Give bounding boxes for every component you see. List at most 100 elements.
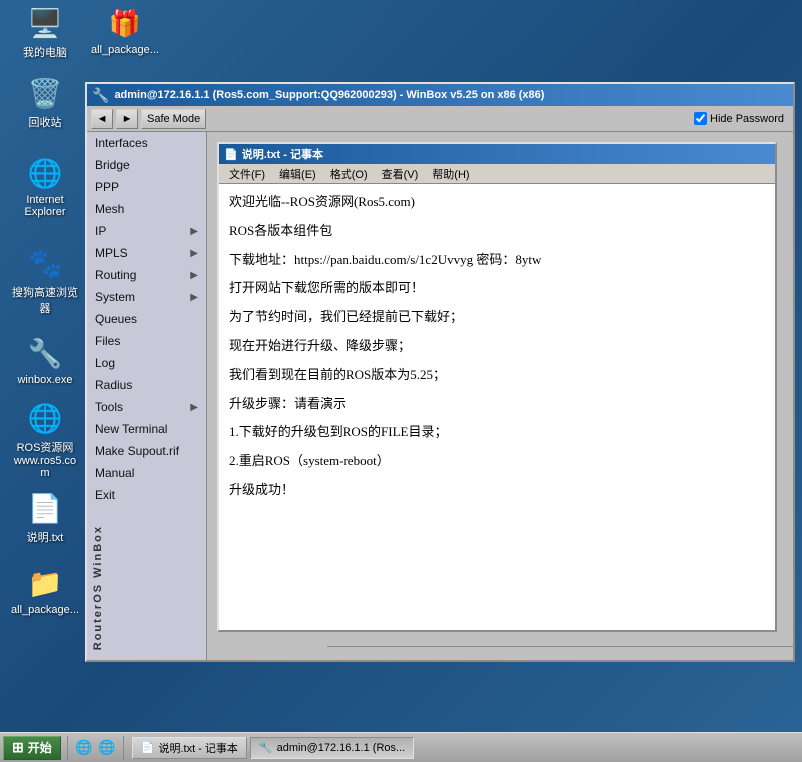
sidebar-item-log[interactable]: Log bbox=[87, 352, 206, 374]
safe-mode-button[interactable]: Safe Mode bbox=[141, 109, 206, 129]
taskbar-winbox-icon: 🔧 bbox=[259, 741, 273, 754]
ie-label: Internet Explorer bbox=[10, 194, 80, 218]
notepad-line11: 升级成功！ bbox=[229, 480, 765, 501]
winbox-label: winbox.exe bbox=[17, 374, 72, 386]
sidebar-files-label: Files bbox=[95, 334, 120, 348]
sidebar-item-system[interactable]: System ▶ bbox=[87, 286, 206, 308]
notepad-menubar: 文件(F) 编辑(E) 格式(O) 查看(V) 帮助(H) bbox=[219, 164, 775, 184]
taskbar-quick-launch: 🌐 🌐 bbox=[74, 738, 117, 758]
sidebar-item-routing[interactable]: Routing ▶ bbox=[87, 264, 206, 286]
computer-icon: 🖥️ bbox=[27, 5, 63, 41]
sidebar-item-ppp[interactable]: PPP bbox=[87, 176, 206, 198]
sidebar-make-supout-label: Make Supout.rif bbox=[95, 444, 179, 458]
notepad-menu-format[interactable]: 格式(O) bbox=[324, 164, 374, 184]
forward-button[interactable]: ► bbox=[116, 109, 138, 129]
hide-password-input[interactable] bbox=[694, 112, 707, 125]
txt-icon: 📄 bbox=[27, 490, 63, 526]
hide-password-checkbox[interactable]: Hide Password bbox=[694, 112, 784, 125]
sidebar-item-mpls[interactable]: MPLS ▶ bbox=[87, 242, 206, 264]
sougou-label: 搜狗高速浏览器 bbox=[10, 284, 80, 316]
taskbar-divider-2 bbox=[123, 736, 124, 760]
sidebar-item-ip[interactable]: IP ▶ bbox=[87, 220, 206, 242]
notepad-line8: 升级步骤：请看演示 bbox=[229, 394, 765, 415]
sidebar-item-new-terminal[interactable]: New Terminal bbox=[87, 418, 206, 440]
back-button[interactable]: ◄ bbox=[91, 109, 113, 129]
desktop-icon-winbox[interactable]: 🔧 winbox.exe bbox=[10, 335, 80, 386]
desktop-icon-shuoming[interactable]: 📄 说明.txt bbox=[10, 490, 80, 545]
sidebar-manual-label: Manual bbox=[95, 466, 134, 480]
sidebar-bridge-label: Bridge bbox=[95, 158, 130, 172]
ros-net-icon: 🌐 bbox=[27, 400, 63, 436]
winbox-window: 🔧 admin@172.16.1.1 (Ros5.com_Support:QQ9… bbox=[85, 82, 795, 662]
notepad-line3: 下载地址：https://pan.baidu.com/s/1c2Uvvyg 密码… bbox=[229, 250, 765, 271]
sidebar-interfaces-label: Interfaces bbox=[95, 136, 148, 150]
sidebar-new-terminal-label: New Terminal bbox=[95, 422, 167, 436]
notepad-line2: ROS各版本组件包 bbox=[229, 221, 765, 242]
winbox-title-icon: 🔧 bbox=[92, 87, 109, 104]
sidebar-system-label: System bbox=[95, 290, 135, 304]
taskbar-notepad-label: 说明.txt - 记事本 bbox=[158, 740, 237, 756]
taskbar-divider-1 bbox=[67, 736, 68, 760]
notepad-window: 📄 说明.txt - 记事本 文件(F) 编辑(E) 格式(O) 查看(V) 帮… bbox=[217, 142, 777, 632]
taskbar-notepad-button[interactable]: 📄 说明.txt - 记事本 bbox=[132, 737, 247, 759]
notepad-menu-edit[interactable]: 编辑(E) bbox=[273, 164, 322, 184]
sidebar-item-interfaces[interactable]: Interfaces bbox=[87, 132, 206, 154]
shuoming-label: 说明.txt bbox=[27, 529, 64, 545]
chevron-right-icon-routing: ▶ bbox=[190, 270, 198, 281]
start-label: 开始 bbox=[28, 739, 52, 756]
winbox-scrollbar[interactable] bbox=[327, 646, 793, 660]
sidebar-item-queues[interactable]: Queues bbox=[87, 308, 206, 330]
taskbar-winbox-button[interactable]: 🔧 admin@172.16.1.1 (Ros... bbox=[250, 737, 414, 759]
sidebar-item-tools[interactable]: Tools ▶ bbox=[87, 396, 206, 418]
all-packages-label: all_package... bbox=[91, 44, 159, 56]
desktop-icon-recycle-bin[interactable]: 🗑️ 回收站 bbox=[10, 75, 80, 130]
ie-icon: 🌐 bbox=[27, 155, 63, 191]
start-button[interactable]: ⊞ 开始 bbox=[3, 736, 61, 760]
winbox-icon: 🔧 bbox=[27, 335, 63, 371]
sidebar-tools-label: Tools bbox=[95, 400, 123, 414]
windows-logo-icon: ⊞ bbox=[12, 739, 24, 756]
sidebar-item-manual[interactable]: Manual bbox=[87, 462, 206, 484]
sidebar-routing-label: Routing bbox=[95, 268, 136, 282]
notepad-menu-view[interactable]: 查看(V) bbox=[376, 164, 425, 184]
chevron-right-icon: ▶ bbox=[190, 226, 198, 237]
sidebar-log-label: Log bbox=[95, 356, 115, 370]
sidebar-radius-label: Radius bbox=[95, 378, 132, 392]
sidebar-item-bridge[interactable]: Bridge bbox=[87, 154, 206, 176]
taskbar-winbox-label: admin@172.16.1.1 (Ros... bbox=[277, 742, 406, 754]
desktop-icon-ros-net[interactable]: 🌐 ROS资源网 www.ros5.com bbox=[10, 400, 80, 479]
hide-password-label: Hide Password bbox=[710, 113, 784, 125]
desktop-icon-all-packages[interactable]: 🎁 all_package... bbox=[90, 5, 160, 56]
winbox-body: Interfaces Bridge PPP Mesh IP ▶ MPLS ▶ R… bbox=[87, 132, 793, 660]
notepad-content: 欢迎光临--ROS资源网(Ros5.com) ROS各版本组件包 下载地址：ht… bbox=[219, 184, 775, 630]
quick-ie2-icon[interactable]: 🌐 bbox=[97, 738, 117, 758]
desktop-icon-ie[interactable]: 🌐 Internet Explorer bbox=[10, 155, 80, 218]
sidebar-item-exit[interactable]: Exit bbox=[87, 484, 206, 506]
sidebar-item-radius[interactable]: Radius bbox=[87, 374, 206, 396]
sidebar-item-make-supout[interactable]: Make Supout.rif bbox=[87, 440, 206, 462]
desktop-icon-all-packages2[interactable]: 📁 all_package... bbox=[10, 565, 80, 616]
notepad-line4: 打开网站下载您所需的版本即可！ bbox=[229, 278, 765, 299]
winbox-title-text: admin@172.16.1.1 (Ros5.com_Support:QQ962… bbox=[114, 89, 544, 101]
ros-net-label: ROS资源网 www.ros5.com bbox=[10, 439, 80, 479]
taskbar-buttons: 📄 说明.txt - 记事本 🔧 admin@172.16.1.1 (Ros..… bbox=[132, 737, 414, 759]
winbox-sidebar: Interfaces Bridge PPP Mesh IP ▶ MPLS ▶ R… bbox=[87, 132, 207, 660]
folder-icon: 📁 bbox=[27, 565, 63, 601]
sidebar-ip-label: IP bbox=[95, 224, 106, 238]
sidebar-item-files[interactable]: Files bbox=[87, 330, 206, 352]
taskbar-notepad-icon: 📄 bbox=[141, 741, 155, 754]
notepad-line6: 现在开始进行升级、降级步骤； bbox=[229, 336, 765, 357]
sidebar-item-mesh[interactable]: Mesh bbox=[87, 198, 206, 220]
desktop-icon-my-computer[interactable]: 🖥️ 我的电脑 bbox=[10, 5, 80, 60]
notepad-line10: 2.重启ROS（system-reboot） bbox=[229, 451, 765, 472]
my-computer-label: 我的电脑 bbox=[23, 44, 67, 60]
notepad-menu-help[interactable]: 帮助(H) bbox=[426, 164, 475, 184]
quick-ie-icon[interactable]: 🌐 bbox=[74, 738, 94, 758]
notepad-menu-file[interactable]: 文件(F) bbox=[223, 164, 271, 184]
notepad-title-text: 说明.txt - 记事本 bbox=[242, 146, 323, 162]
winbox-toolbar: ◄ ► Safe Mode Hide Password bbox=[87, 106, 793, 132]
desktop-icon-sougou[interactable]: 🐾 搜狗高速浏览器 bbox=[10, 245, 80, 316]
sidebar-ppp-label: PPP bbox=[95, 180, 119, 194]
notepad-line9: 1.下载好的升级包到ROS的FILE目录； bbox=[229, 422, 765, 443]
sidebar-queues-label: Queues bbox=[95, 312, 137, 326]
